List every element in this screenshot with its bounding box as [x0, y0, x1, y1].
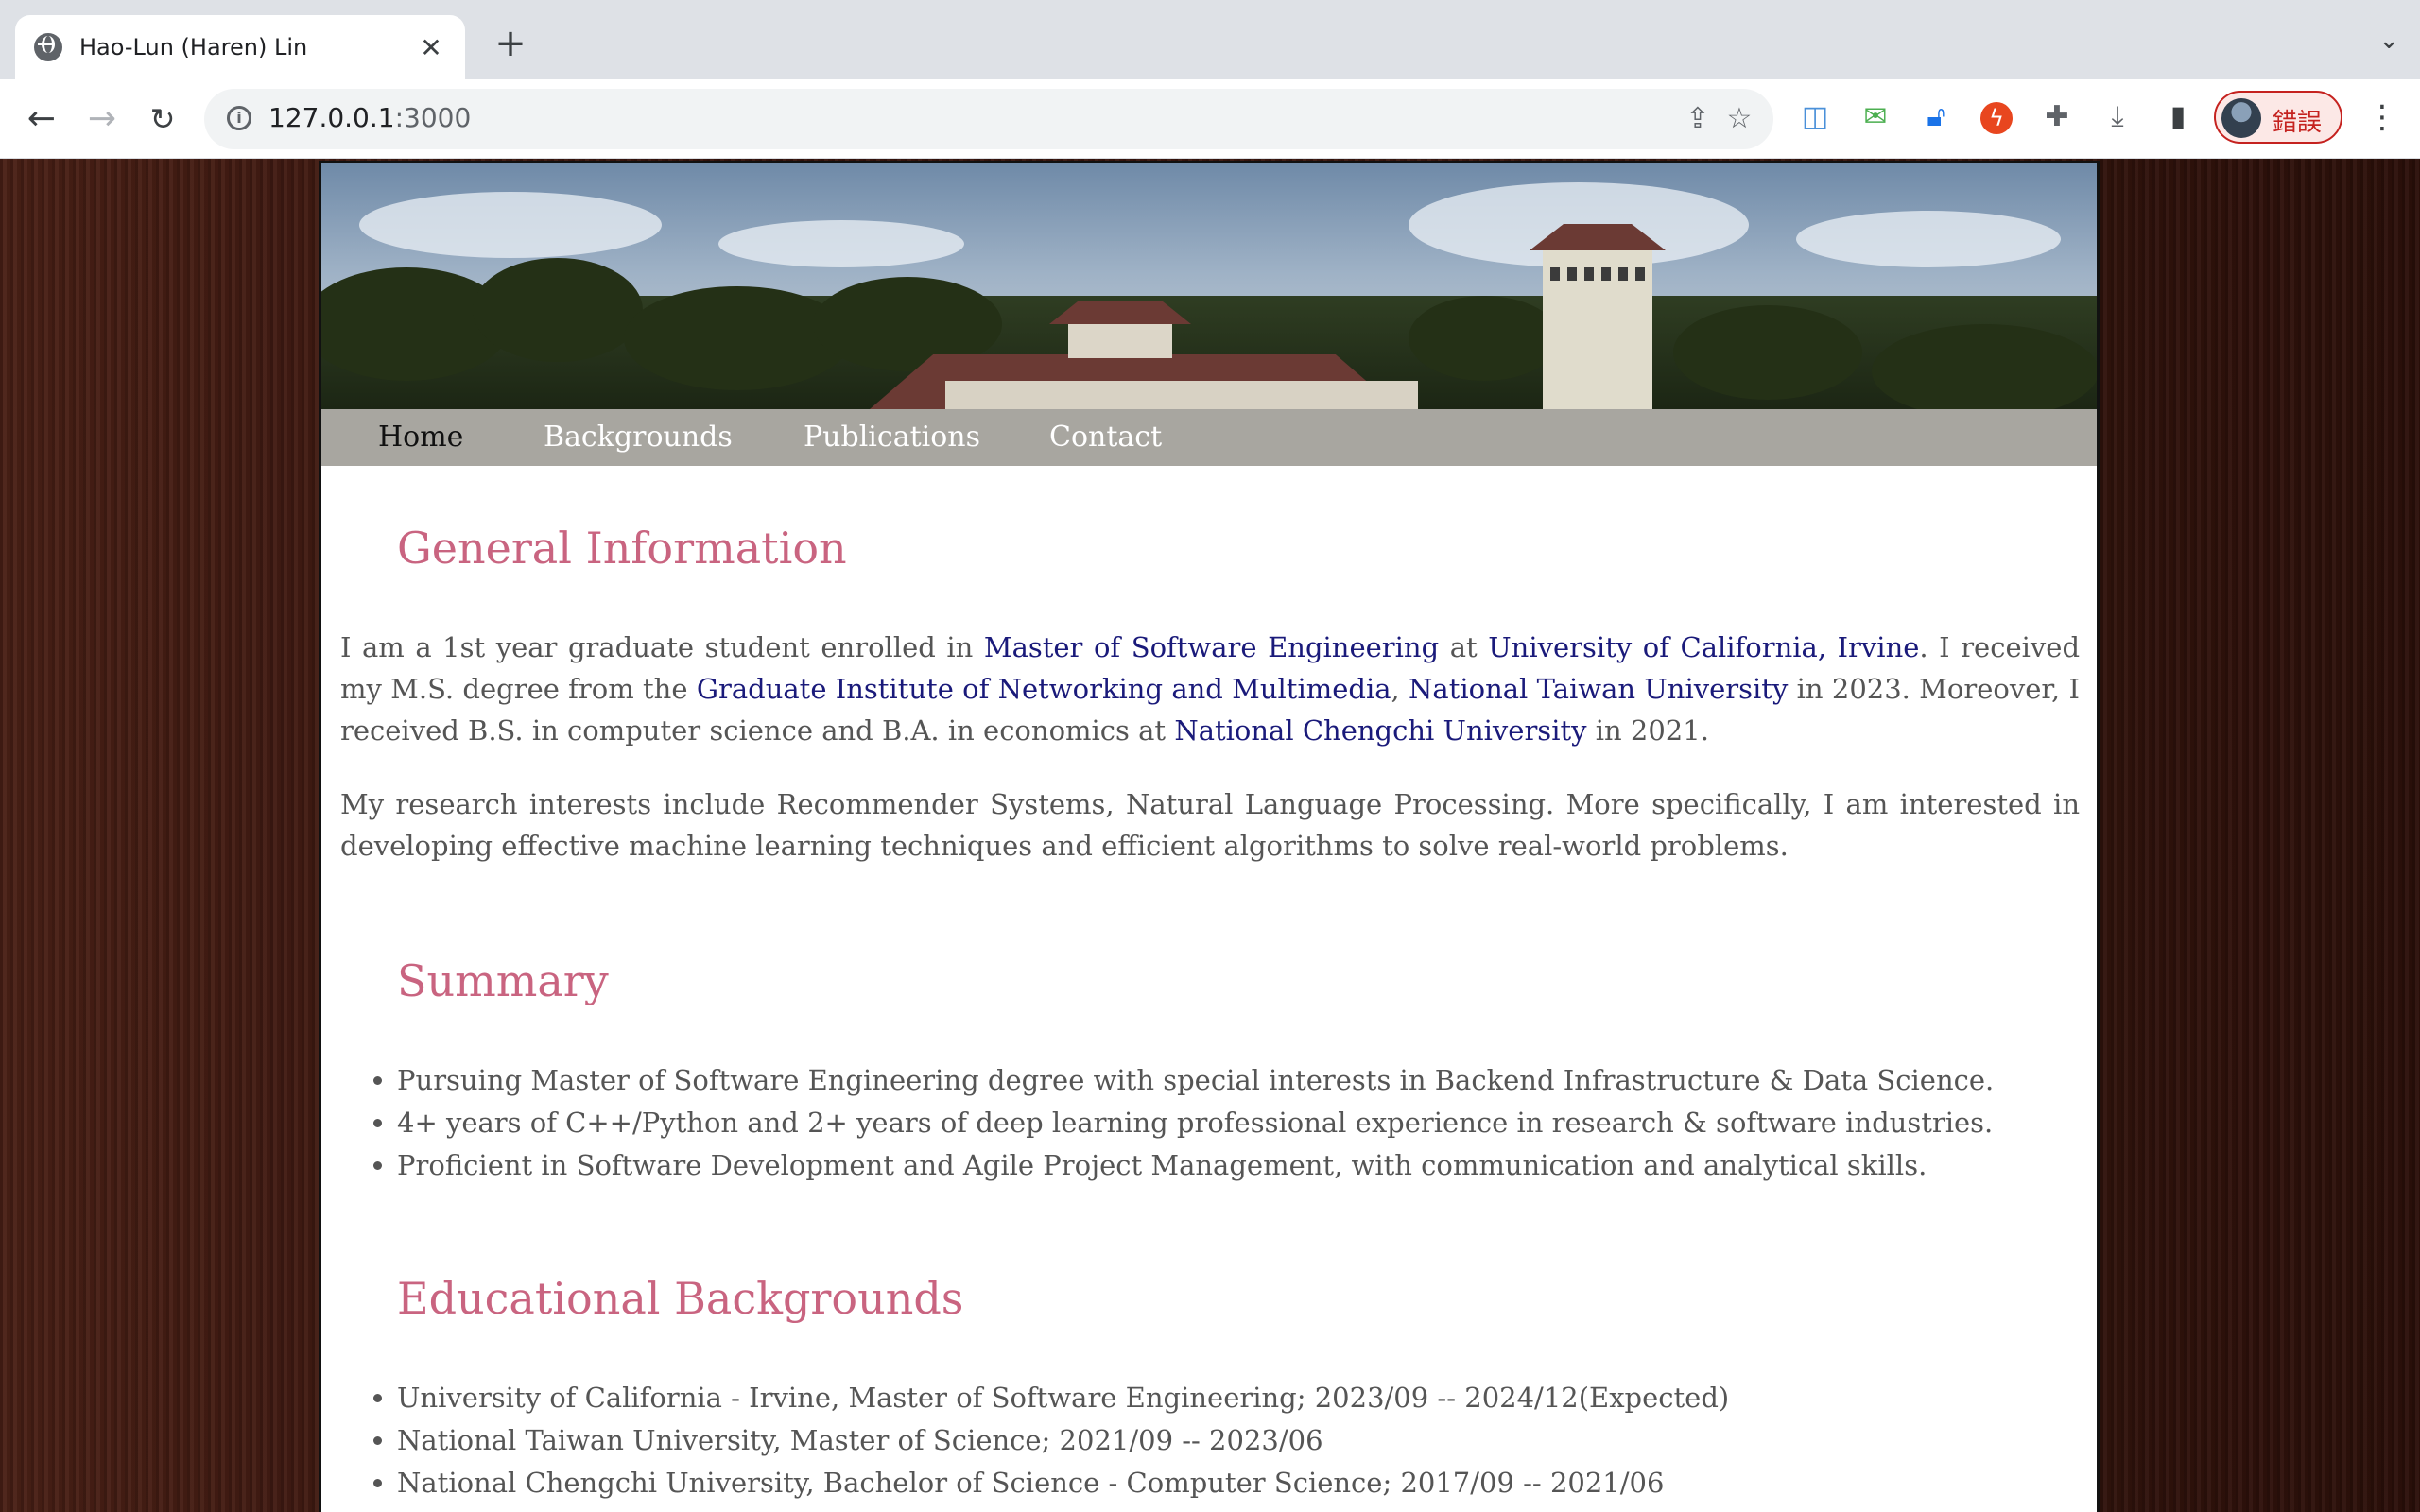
browser-tab[interactable]: Hao-Lun (Haren) Lin ✕: [15, 15, 465, 79]
link-nccu[interactable]: National Chengchi University: [1174, 714, 1586, 747]
tab-strip: Hao-Lun (Haren) Lin ✕ + ⌄: [0, 0, 2420, 79]
list-item: Pursuing Master of Software Engineering …: [397, 1059, 2080, 1102]
page-container: Home Backgrounds Publications Contact Ge…: [319, 161, 2100, 1512]
extension-cup-icon[interactable]: ◫: [1796, 98, 1834, 136]
summary-heading: Summary: [397, 955, 609, 1006]
new-tab-button[interactable]: +: [488, 21, 533, 66]
extension-mail-icon[interactable]: ✉: [1857, 98, 1894, 136]
bookmark-star-icon[interactable]: ☆: [1722, 102, 1756, 136]
side-panel-icon[interactable]: ▮: [2159, 98, 2197, 136]
share-icon[interactable]: ⇪: [1681, 102, 1715, 136]
url-text[interactable]: 127.0.0.1:3000: [268, 102, 471, 133]
extension-lock-icon[interactable]: 🔓︎: [1917, 98, 1955, 136]
link-uci[interactable]: University of California, Irvine: [1488, 631, 1919, 663]
close-tab-icon[interactable]: ✕: [416, 32, 446, 63]
list-item: National Taiwan University, Master of Sc…: [397, 1419, 2080, 1462]
extension-bolt-icon[interactable]: ϟ: [1978, 98, 2015, 136]
list-item: National Chengchi University, Bachelor o…: [397, 1462, 2080, 1504]
general-info-heading: General Information: [397, 523, 847, 574]
list-item: University of California - Irvine, Maste…: [397, 1377, 2080, 1419]
tab-search-chevron-icon[interactable]: ⌄: [2378, 26, 2399, 55]
site-nav: Home Backgrounds Publications Contact: [321, 409, 2097, 466]
nav-backgrounds[interactable]: Backgrounds: [544, 421, 733, 454]
tab-title: Hao-Lun (Haren) Lin: [79, 34, 308, 60]
globe-icon: [34, 33, 62, 61]
link-ginm[interactable]: Graduate Institute of Networking and Mul…: [697, 673, 1392, 705]
nav-home[interactable]: Home: [378, 421, 463, 454]
summary-list: Pursuing Master of Software Engineering …: [340, 1059, 2080, 1187]
extensions-puzzle-icon[interactable]: ✚: [2038, 98, 2076, 136]
profile-button[interactable]: 錯誤: [2214, 91, 2342, 144]
link-ntu[interactable]: National Taiwan University: [1409, 673, 1788, 705]
reload-button[interactable]: ↻: [140, 96, 185, 142]
forward-button[interactable]: →: [79, 96, 125, 142]
list-item: Proficient in Software Development and A…: [397, 1144, 2080, 1187]
browser-menu-icon[interactable]: ⋮: [2363, 94, 2401, 140]
education-heading: Educational Backgrounds: [397, 1273, 964, 1324]
address-bar[interactable]: i 127.0.0.1:3000 ⇪ ☆: [204, 89, 1773, 149]
avatar: [2221, 98, 2261, 138]
link-mse[interactable]: Master of Software Engineering: [984, 631, 1439, 663]
back-button[interactable]: ←: [19, 96, 64, 142]
campus-banner-image: [321, 163, 2097, 409]
intro-paragraph: I am a 1st year graduate student enrolle…: [340, 631, 2081, 747]
profile-error-label: 錯誤: [2273, 109, 2323, 137]
list-item: 4+ years of C++/Python and 2+ years of d…: [397, 1102, 2080, 1144]
site-info-icon[interactable]: i: [227, 106, 251, 130]
nav-contact[interactable]: Contact: [1049, 421, 1162, 454]
research-paragraph: My research interests include Recommende…: [340, 788, 2080, 862]
nav-publications[interactable]: Publications: [804, 421, 980, 454]
download-icon[interactable]: ⤓: [2099, 98, 2136, 136]
education-list: University of California - Irvine, Maste…: [340, 1377, 2080, 1504]
